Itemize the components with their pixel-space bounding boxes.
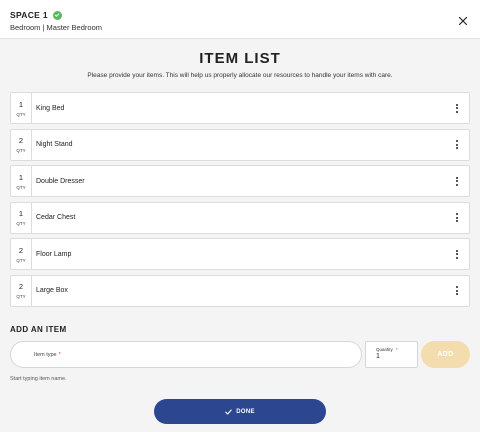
modal-header: SPACE 1 Bedroom | Master Bedroom <box>0 0 480 39</box>
add-item-heading: ADD AN ITEM <box>10 325 67 334</box>
item-name: Double Dresser <box>36 177 85 185</box>
more-options-icon[interactable] <box>451 138 463 152</box>
item-name: Floor Lamp <box>36 250 72 258</box>
space-title-text: SPACE 1 <box>10 10 48 20</box>
required-mark: * <box>58 351 61 358</box>
list-item: 1 QTY King Bed <box>10 92 470 124</box>
item-type-placeholder: Item type <box>34 351 57 358</box>
item-name: Cedar Chest <box>36 214 76 222</box>
more-options-icon[interactable] <box>451 174 463 188</box>
qty-value: 2 <box>18 282 24 292</box>
item-name: Night Stand <box>36 141 73 149</box>
item-qty: 1 QTY <box>11 202 32 233</box>
page-subtitle: Please provide your items. This will hel… <box>87 72 393 79</box>
item-qty: 1 QTY <box>11 93 32 123</box>
qty-value: 1 <box>18 172 24 182</box>
item-name: King Bed <box>36 104 65 112</box>
done-button[interactable]: DONE <box>154 399 326 424</box>
quantity-value: 1 <box>376 353 380 360</box>
item-qty: 2 QTY <box>11 129 32 160</box>
qty-label: QTY <box>16 111 26 117</box>
item-qty: 2 QTY <box>11 275 32 306</box>
list-item: 2 QTY Floor Lamp <box>10 238 470 271</box>
add-button[interactable]: ADD <box>421 341 470 368</box>
list-item: 1 QTY Cedar Chest <box>10 201 470 234</box>
more-options-icon[interactable] <box>451 211 463 225</box>
list-item: 2 QTY Night Stand <box>10 128 470 161</box>
item-type-hint: Start typing item name. <box>10 376 67 382</box>
quantity-label: Quantity * <box>376 347 417 352</box>
qty-label: QTY <box>16 148 26 154</box>
space-subtitle: Bedroom | Master Bedroom <box>10 23 102 32</box>
list-item: 1 QTY Double Dresser <box>10 165 470 198</box>
qty-label: QTY <box>16 257 26 263</box>
qty-label: QTY <box>16 184 26 190</box>
item-list: 1 QTY King Bed 2 QTY Night Stand 1 QTY D… <box>10 92 470 312</box>
item-type-input[interactable]: Item type * <box>10 341 362 368</box>
page-title: ITEM LIST <box>199 50 281 67</box>
close-icon[interactable] <box>458 13 468 26</box>
item-qty: 2 QTY <box>11 239 32 270</box>
more-options-icon[interactable] <box>451 101 463 115</box>
qty-label: QTY <box>16 294 26 300</box>
list-item: 2 QTY Large Box <box>10 274 470 307</box>
qty-label: QTY <box>16 221 26 227</box>
item-qty: 1 QTY <box>11 166 32 197</box>
more-options-icon[interactable] <box>451 247 463 261</box>
qty-value: 2 <box>18 245 24 255</box>
required-mark: * <box>396 347 398 352</box>
item-name: Large Box <box>36 287 68 295</box>
check-circle-icon <box>52 10 62 20</box>
quantity-field[interactable]: Quantity * 1 <box>365 341 418 368</box>
more-options-icon[interactable] <box>451 284 463 298</box>
quantity-label-text: Quantity <box>376 347 393 352</box>
done-label: DONE <box>236 408 255 415</box>
space-title: SPACE 1 <box>10 10 62 20</box>
qty-value: 2 <box>18 136 24 146</box>
qty-value: 1 <box>18 209 24 219</box>
qty-value: 1 <box>18 99 24 109</box>
check-icon <box>225 408 233 415</box>
